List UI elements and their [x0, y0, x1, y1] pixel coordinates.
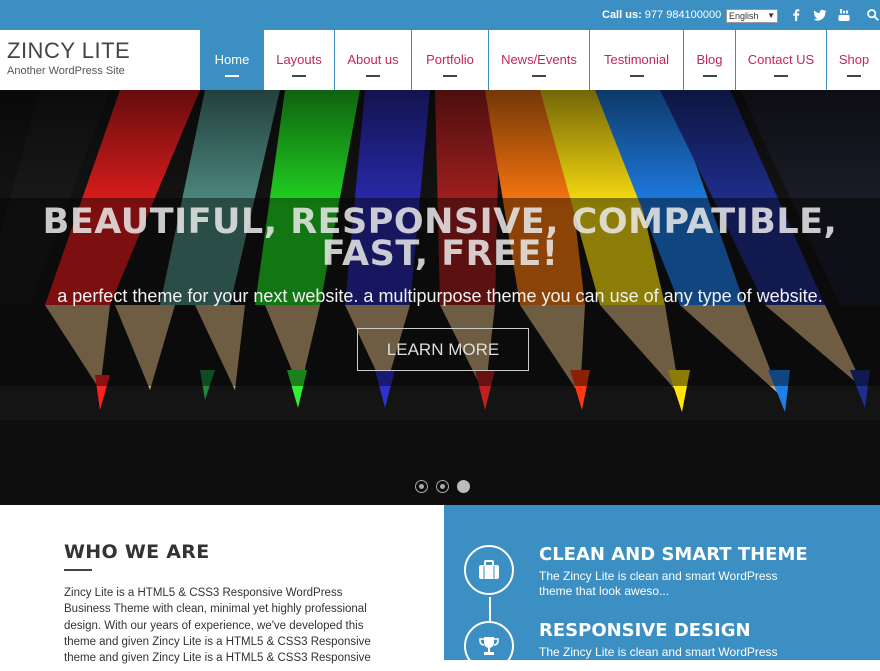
slider-dot-2[interactable] — [436, 480, 449, 493]
nav-item-about-us[interactable]: About us — [334, 30, 411, 90]
hero-slider: BEAUTIFUL, RESPONSIVE, COMPATIBLE, FAST,… — [0, 90, 880, 505]
nav-item-layouts[interactable]: Layouts — [263, 30, 334, 90]
twitter-icon[interactable] — [812, 7, 828, 23]
nav-underline — [629, 75, 644, 77]
search-icon[interactable] — [866, 7, 880, 23]
nav-label: News/Events — [501, 52, 577, 67]
nav-underline — [292, 75, 306, 77]
hero-headline-line-2: FAST, FREE! — [321, 234, 559, 274]
nav-label: About us — [347, 52, 399, 67]
nav-label: Blog — [696, 52, 723, 67]
feature-icon-circle — [464, 621, 514, 671]
heading-underline — [64, 569, 92, 571]
feature-text: The Zincy Lite is clean and smart WordPr… — [539, 645, 778, 659]
trophy-icon — [479, 637, 499, 655]
nav-underline — [774, 75, 788, 77]
nav-underline — [847, 75, 861, 77]
site-logo[interactable]: ZINCY LITE Another WordPress Site — [7, 38, 130, 77]
nav-item-news-events[interactable]: News/Events — [488, 30, 589, 90]
slider-pagination — [415, 480, 470, 493]
nav-label: Testimonial — [603, 52, 670, 67]
nav-item-contact-us[interactable]: Contact US — [735, 30, 826, 90]
nav-item-shop[interactable]: Shop — [826, 30, 880, 90]
call-number: 977 984100000 — [644, 9, 722, 21]
site-tagline: Another WordPress Site — [7, 65, 125, 77]
slider-dot-3[interactable] — [457, 480, 470, 493]
facebook-icon[interactable] — [788, 7, 804, 23]
feature-text: The Zincy Lite is clean and smart WordPr… — [539, 569, 778, 598]
who-we-are-section: WHO WE ARE Zincy Lite is a HTML5 & CSS3 … — [0, 505, 444, 664]
feature-icon-circle — [464, 545, 514, 595]
nav-underline — [225, 75, 239, 77]
youtube-icon[interactable] — [836, 7, 852, 23]
nav-underline — [366, 75, 380, 77]
main-nav: Home Layouts About us Portfolio News/Eve… — [200, 30, 880, 90]
language-value: English — [729, 11, 759, 21]
language-select[interactable]: English ▼ — [726, 9, 778, 23]
nav-label: Layouts — [276, 52, 322, 67]
slider-dot-1[interactable] — [415, 480, 428, 493]
chevron-down-icon: ▼ — [767, 11, 775, 20]
dot-inner — [440, 484, 445, 489]
who-we-are-heading: WHO WE ARE — [64, 541, 210, 563]
site-header: ZINCY LITE Another WordPress Site Home L… — [0, 30, 880, 90]
nav-item-home[interactable]: Home — [200, 30, 263, 90]
nav-underline — [443, 75, 457, 77]
site-title[interactable]: ZINCY LITE — [7, 38, 130, 64]
nav-label: Portfolio — [426, 52, 474, 67]
feature-connector — [489, 597, 491, 621]
dot-inner — [419, 484, 424, 489]
nav-label: Home — [214, 52, 250, 67]
nav-underline — [702, 75, 717, 77]
nav-item-testimonial[interactable]: Testimonial — [589, 30, 683, 90]
call-label: Call us: — [602, 9, 642, 21]
nav-label: Contact US — [747, 52, 815, 67]
call-us: Call us: 977 984100000 — [602, 9, 721, 21]
briefcase-icon — [479, 560, 499, 579]
nav-underline — [532, 75, 546, 77]
feature-title: CLEAN AND SMART THEME — [539, 544, 808, 565]
who-we-are-text: Zincy Lite is a HTML5 & CSS3 Responsive … — [64, 587, 371, 665]
hero-headline: BEAUTIFUL, RESPONSIVE, COMPATIBLE, FAST,… — [0, 205, 880, 272]
feature-title: RESPONSIVE DESIGN — [539, 620, 751, 641]
learn-more-button[interactable]: LEARN MORE — [357, 328, 529, 371]
top-bar: Call us: 977 984100000 English ▼ — [0, 0, 880, 30]
hero-subtitle: a perfect theme for your next website. a… — [57, 286, 823, 306]
nav-item-blog[interactable]: Blog — [683, 30, 735, 90]
nav-item-portfolio[interactable]: Portfolio — [411, 30, 488, 90]
nav-label: Shop — [838, 52, 870, 67]
